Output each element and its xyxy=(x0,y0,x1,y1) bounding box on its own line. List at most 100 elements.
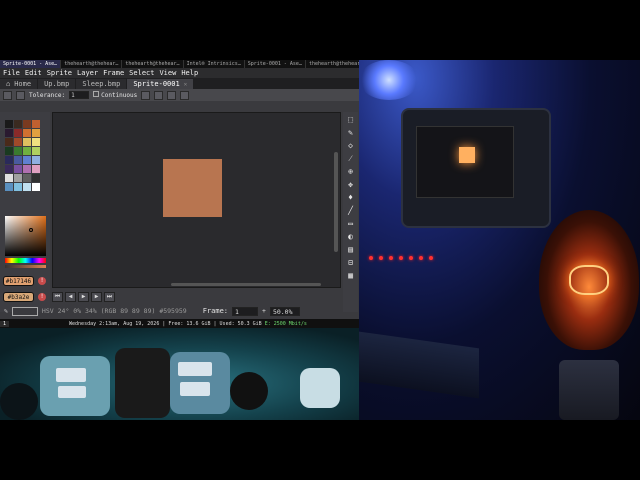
palette-swatch[interactable] xyxy=(32,183,40,191)
palette-swatch[interactable] xyxy=(23,156,31,164)
play-icon[interactable]: ▶ xyxy=(78,292,89,302)
next-frame-icon[interactable]: ▶ xyxy=(91,292,102,302)
contour-tool-icon[interactable]: ◐ xyxy=(345,232,356,242)
workspace-indicator[interactable]: 1 xyxy=(0,320,10,327)
vertical-scrollbar[interactable] xyxy=(334,152,338,252)
move-tool-icon[interactable]: ✥ xyxy=(345,180,356,190)
wm-tab[interactable]: Intel® Intrinsics… xyxy=(184,60,245,68)
palette-swatch[interactable] xyxy=(23,174,31,182)
palette-swatch[interactable] xyxy=(5,165,13,173)
menu-select[interactable]: Select xyxy=(129,69,154,77)
paint-bucket-icon[interactable] xyxy=(3,90,12,100)
zoom-tool-icon[interactable]: ⊕ xyxy=(345,167,356,177)
sprite-image xyxy=(163,159,222,217)
palette-swatch[interactable] xyxy=(32,129,40,137)
background-color-button[interactable]: #b3a2e xyxy=(3,292,34,302)
palette-swatch[interactable] xyxy=(32,165,40,173)
text-tool-icon[interactable]: ⊟ xyxy=(345,258,356,268)
pixel-perfect-button[interactable] xyxy=(141,90,151,100)
palette-swatch[interactable] xyxy=(32,120,40,128)
brush-type-button[interactable] xyxy=(16,90,25,100)
palette-swatch[interactable] xyxy=(5,156,13,164)
wm-tab[interactable]: Sprite-0001 - Ase… xyxy=(0,60,62,68)
palette-swatch[interactable] xyxy=(14,156,22,164)
rectangle-tool-icon[interactable]: ▭ xyxy=(345,219,356,229)
first-frame-icon[interactable]: ⏮ xyxy=(52,292,63,302)
eraser-tool-icon[interactable]: ◇ xyxy=(345,141,356,151)
palette-swatch[interactable] xyxy=(5,183,13,191)
palette-swatch[interactable] xyxy=(14,174,22,182)
horizontal-scrollbar[interactable] xyxy=(171,283,321,286)
menu-frame[interactable]: Frame xyxy=(103,69,124,77)
wm-tab[interactable]: Sprite-0001 - Ase… xyxy=(245,60,306,68)
palette-swatch[interactable] xyxy=(23,165,31,173)
preview-icon[interactable]: ▦ xyxy=(345,271,356,281)
edison-bulb xyxy=(539,210,639,350)
menu-layer[interactable]: Layer xyxy=(77,69,98,77)
tolerance-field[interactable]: 1 xyxy=(69,91,90,99)
palette-swatch[interactable] xyxy=(5,120,13,128)
color-picker[interactable] xyxy=(5,216,46,256)
palette-swatch[interactable] xyxy=(14,147,22,155)
zoom-field[interactable]: 50.0% xyxy=(269,306,300,316)
wm-tab[interactable]: thehearth@thehear… xyxy=(61,60,123,68)
wm-tab[interactable]: thehearth@thehear… xyxy=(306,60,359,68)
foreground-color-button[interactable]: #b17146 xyxy=(3,276,34,286)
palette-swatch[interactable] xyxy=(32,156,40,164)
tab-sprite-0001[interactable]: Sprite-0001 ✕ xyxy=(127,79,194,89)
led xyxy=(379,256,383,260)
palette-swatch[interactable] xyxy=(5,138,13,146)
eyedropper-tool-icon[interactable]: ⁄ xyxy=(345,154,356,164)
menu-bar: File Edit Sprite Layer Frame Select View… xyxy=(0,68,359,78)
palette-swatch[interactable] xyxy=(23,129,31,137)
blur-tool-icon[interactable]: ▤ xyxy=(345,245,356,255)
pencil-tool-icon[interactable]: ✎ xyxy=(345,128,356,138)
tab-up-bmp[interactable]: Up.bmp xyxy=(38,79,76,89)
previous-frame-icon[interactable]: ◀ xyxy=(65,292,76,302)
tab-home[interactable]: ⌂ Home xyxy=(0,79,38,89)
last-frame-icon[interactable]: ⏭ xyxy=(104,292,115,302)
more-options-button[interactable] xyxy=(180,90,190,100)
wm-tab[interactable]: thehearth@thehear… xyxy=(122,60,184,68)
palette-swatch[interactable] xyxy=(32,138,40,146)
palette-swatch[interactable] xyxy=(23,138,31,146)
menu-view[interactable]: View xyxy=(159,69,176,77)
warning-icon: ! xyxy=(38,277,46,285)
add-frame-icon[interactable]: + xyxy=(262,307,266,315)
menu-edit[interactable]: Edit xyxy=(25,69,42,77)
palette-swatch[interactable] xyxy=(32,174,40,182)
fill-tool-icon[interactable]: ♦ xyxy=(345,193,356,203)
palette-swatch[interactable] xyxy=(14,120,22,128)
line-tool-icon[interactable]: ╱ xyxy=(345,206,356,216)
color-picker-cursor[interactable] xyxy=(29,228,33,232)
palette-swatch[interactable] xyxy=(14,138,22,146)
menu-help[interactable]: Help xyxy=(181,69,198,77)
continuous-checkbox[interactable]: Continuous xyxy=(93,91,137,99)
palette-swatch[interactable] xyxy=(5,129,13,137)
marquee-tool-icon[interactable]: ⬚ xyxy=(345,115,356,125)
palette-swatch[interactable] xyxy=(14,129,22,137)
keycap-cluster xyxy=(178,362,212,376)
palette-swatch[interactable] xyxy=(14,165,22,173)
sprite-canvas[interactable] xyxy=(52,112,341,288)
frame-field[interactable]: 1 xyxy=(232,306,259,316)
palette-swatch[interactable] xyxy=(14,183,22,191)
used-memory: Used: 50.3 GiB xyxy=(219,320,262,327)
continuous-label: Continuous xyxy=(101,92,138,99)
palette-swatch[interactable] xyxy=(32,147,40,155)
palette-swatch[interactable] xyxy=(23,120,31,128)
menu-sprite[interactable]: Sprite xyxy=(47,69,72,77)
palette-swatch[interactable] xyxy=(5,147,13,155)
alpha-slider[interactable] xyxy=(5,265,46,268)
tab-sleep-bmp[interactable]: Sleep.bmp xyxy=(76,79,127,89)
crosshair-icon[interactable] xyxy=(167,90,177,100)
hue-slider[interactable] xyxy=(5,258,46,263)
palette-swatch[interactable] xyxy=(23,183,31,191)
palette-swatch[interactable] xyxy=(23,147,31,155)
menu-file[interactable]: File xyxy=(3,69,20,77)
palette-swatch[interactable] xyxy=(5,174,13,182)
stamp-icon[interactable] xyxy=(154,90,164,100)
led xyxy=(369,256,373,260)
close-icon[interactable]: ✕ xyxy=(184,81,188,88)
trackball xyxy=(230,372,268,410)
